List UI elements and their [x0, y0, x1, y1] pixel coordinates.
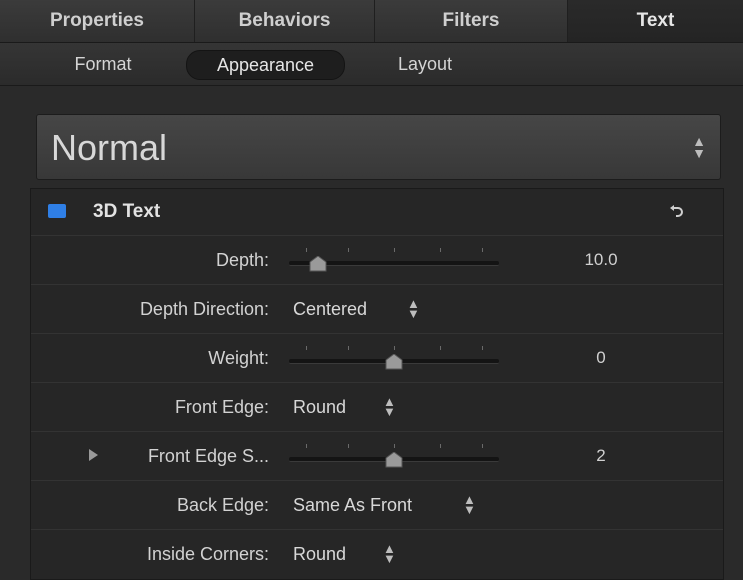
reset-icon[interactable]: [667, 201, 687, 221]
up-down-arrows-icon: ▲ ▼: [463, 492, 476, 517]
slider-tick: [348, 346, 349, 350]
front-edge-size-label: Front Edge S...: [147, 446, 269, 466]
tab-filters[interactable]: Filters: [375, 0, 568, 42]
tab-text[interactable]: Text: [568, 0, 743, 42]
depth-value[interactable]: 10.0: [531, 250, 671, 270]
front-edge-popup[interactable]: Round: [293, 397, 346, 418]
slider-tick: [394, 444, 395, 448]
subtab-appearance[interactable]: Appearance: [186, 50, 345, 80]
slider-tick: [482, 346, 483, 350]
slider-tick: [440, 346, 441, 350]
back-edge-popup[interactable]: Same As Front: [293, 495, 412, 516]
depth-slider[interactable]: [289, 248, 499, 272]
slider-thumb[interactable]: [384, 354, 404, 370]
slider-tick: [394, 248, 395, 252]
depth-direction-label: Depth Direction:: [139, 299, 269, 319]
slider-tick: [348, 248, 349, 252]
inspector-tabs: Properties Behaviors Filters Text: [0, 0, 743, 43]
up-down-arrows-icon: ▲ ▼: [383, 541, 396, 566]
slider-tick: [440, 248, 441, 252]
subtab-format[interactable]: Format: [55, 50, 151, 78]
tab-properties[interactable]: Properties: [0, 0, 195, 42]
slider-tick: [306, 248, 307, 252]
row-back-edge: Back Edge: Same As Front ▲ ▼: [31, 481, 723, 530]
row-depth-direction: Depth Direction: Centered ▲ ▼: [31, 285, 723, 334]
depth-direction-popup[interactable]: Centered: [293, 299, 367, 320]
text-subtabs: Format Appearance Layout: [0, 43, 743, 86]
row-front-edge: Front Edge: Round ▲ ▼: [31, 383, 723, 432]
tab-behaviors[interactable]: Behaviors: [195, 0, 375, 42]
slider-tick: [394, 346, 395, 350]
back-edge-label: Back Edge:: [176, 495, 269, 515]
row-depth: Depth: 10.0: [31, 236, 723, 285]
slider-tick: [482, 444, 483, 448]
row-inside-corners: Inside Corners: Round ▲ ▼: [31, 530, 723, 578]
preset-value: Normal: [51, 127, 168, 168]
up-down-arrows-icon: ▲ ▼: [383, 394, 396, 419]
row-weight: Weight: 0: [31, 334, 723, 383]
depth-label: Depth:: [215, 250, 269, 270]
subtab-layout[interactable]: Layout: [375, 50, 475, 78]
panel-header: 3D Text: [31, 189, 723, 236]
up-down-arrows-icon: ▲ ▼: [407, 296, 420, 321]
enable-3d-text-checkbox[interactable]: [48, 204, 66, 218]
weight-label: Weight:: [208, 348, 269, 368]
inside-corners-label: Inside Corners:: [146, 544, 269, 564]
front-edge-label: Front Edge:: [174, 397, 269, 417]
front-edge-size-slider[interactable]: [289, 444, 499, 468]
weight-slider[interactable]: [289, 346, 499, 370]
up-down-arrows-icon: ▲ ▼: [692, 133, 706, 161]
weight-value[interactable]: 0: [531, 348, 671, 368]
inside-corners-popup[interactable]: Round: [293, 544, 346, 565]
slider-tick: [482, 248, 483, 252]
style-preset-popup[interactable]: Normal ▲ ▼: [36, 114, 721, 180]
slider-tick: [348, 444, 349, 448]
slider-tick: [306, 346, 307, 350]
panel-title: 3D Text: [93, 201, 161, 222]
3d-text-panel: 3D Text Depth: 10.0 Depth Direction: Cen…: [30, 188, 724, 580]
row-front-edge-size: Front Edge S... 2: [31, 432, 723, 481]
front-edge-size-value[interactable]: 2: [531, 446, 671, 466]
slider-thumb[interactable]: [308, 256, 328, 272]
slider-thumb[interactable]: [384, 452, 404, 468]
slider-tick: [440, 444, 441, 448]
slider-tick: [306, 444, 307, 448]
